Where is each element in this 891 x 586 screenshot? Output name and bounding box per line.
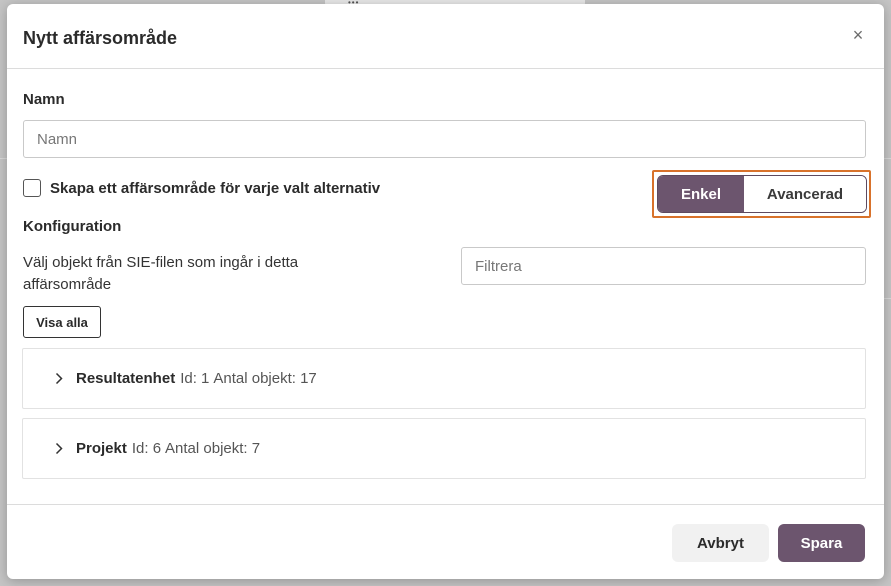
tree-item-projekt[interactable]: Projekt Id: 6 Antal objekt: 7: [22, 418, 866, 479]
show-all-button[interactable]: Visa alla: [23, 306, 101, 338]
create-per-option-checkbox[interactable]: Skapa ett affärsområde för varje valt al…: [23, 178, 380, 198]
checkbox-label: Skapa ett affärsområde för varje valt al…: [50, 179, 381, 197]
backdrop-divider: [0, 158, 7, 159]
new-business-area-dialog: Nytt affärsområde × Namn Skapa ett affär…: [7, 4, 884, 579]
tree-item-name: Projekt: [76, 440, 127, 457]
filter-input[interactable]: [461, 247, 866, 285]
dialog-footer: Avbryt Spara: [7, 504, 884, 579]
checkbox-box[interactable]: [23, 179, 41, 197]
dialog-title: Nytt affärsområde: [23, 28, 178, 48]
mode-toggle: Enkel Avancerad: [657, 175, 867, 213]
chevron-right-icon: [55, 442, 67, 456]
chevron-right-icon: [55, 372, 67, 386]
tree-item-count: Antal objekt: 17: [213, 370, 317, 387]
toggle-advanced[interactable]: Avancerad: [744, 176, 866, 212]
configuration-description: Välj objekt från SIE-filen som ingår i d…: [23, 254, 299, 293]
tree-item-id: Id: 6: [131, 440, 162, 457]
toggle-simple[interactable]: Enkel: [658, 176, 744, 212]
name-label: Namn: [23, 91, 65, 108]
close-icon[interactable]: ×: [848, 25, 868, 45]
name-input[interactable]: [23, 120, 866, 158]
backdrop-divider: [884, 158, 891, 159]
configuration-title: Konfiguration: [23, 218, 122, 235]
backdrop-divider: [884, 298, 891, 299]
tree-item-id: Id: 1: [180, 370, 210, 387]
save-button[interactable]: Spara: [778, 524, 865, 562]
dialog-header: Nytt affärsområde ×: [7, 4, 884, 69]
cancel-button[interactable]: Avbryt: [672, 524, 769, 562]
tree-item-count: Antal objekt: 7: [165, 440, 261, 457]
tree-item-name: Resultatenhet: [76, 370, 176, 387]
tree-item-resultatenhet[interactable]: Resultatenhet Id: 1 Antal objekt: 17: [22, 348, 866, 409]
